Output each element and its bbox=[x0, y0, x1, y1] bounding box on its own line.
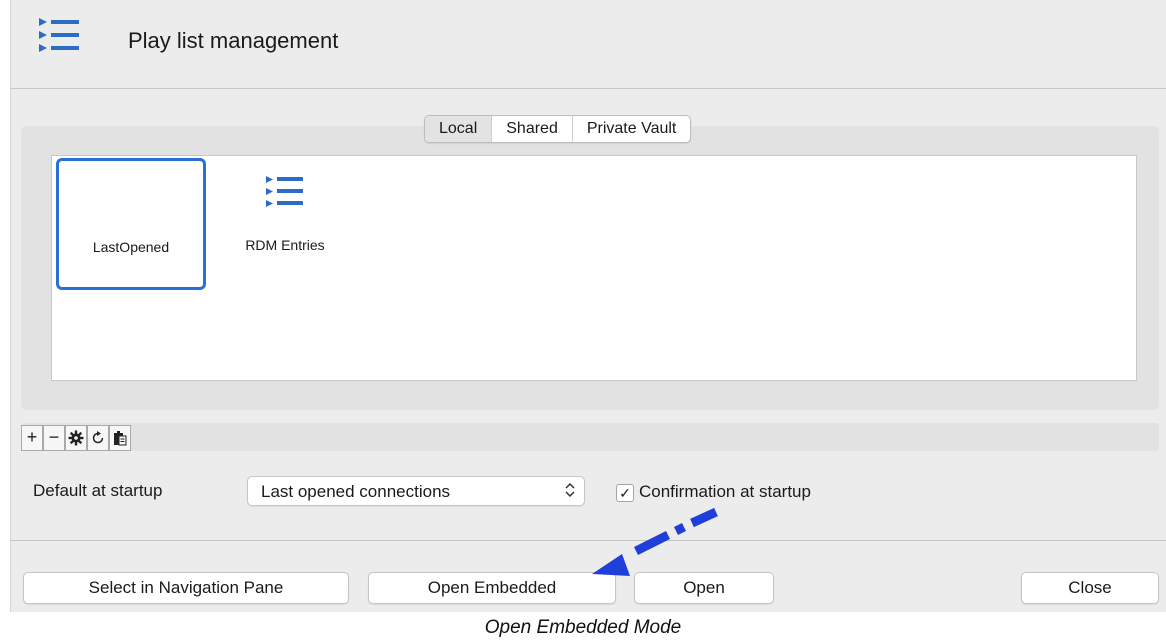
playlist-icon bbox=[266, 176, 303, 207]
playlist-item-label: LastOpened bbox=[92, 239, 170, 255]
gear-icon bbox=[68, 430, 84, 446]
tab-shared[interactable]: Shared bbox=[492, 116, 573, 142]
tab-bar: Local Shared Private Vault bbox=[424, 115, 692, 143]
tab-local[interactable]: Local bbox=[425, 116, 493, 142]
select-in-navigation-pane-button[interactable]: Select in Navigation Pane bbox=[23, 572, 349, 604]
playlist-icon bbox=[39, 18, 79, 52]
default-startup-label: Default at startup bbox=[33, 481, 163, 500]
remove-button[interactable]: − bbox=[43, 425, 65, 451]
playlist-item-lastopened[interactable]: LastOpened bbox=[56, 158, 206, 290]
paste-button[interactable] bbox=[109, 425, 131, 451]
playlist-list: LastOpened RDM Entries bbox=[51, 155, 1137, 381]
playlist-toolbar: + − bbox=[21, 423, 1159, 451]
settings-button[interactable] bbox=[65, 425, 87, 451]
annotation-arrow-icon bbox=[592, 507, 718, 576]
select-value: Last opened connections bbox=[261, 482, 451, 501]
chevron-updown-icon bbox=[564, 480, 576, 505]
add-button[interactable]: + bbox=[21, 425, 43, 451]
page-title: Play list management bbox=[128, 28, 339, 53]
tab-private-vault[interactable]: Private Vault bbox=[573, 116, 691, 142]
playlist-item-rdm-entries[interactable]: RDM Entries bbox=[212, 159, 358, 287]
refresh-icon bbox=[92, 431, 104, 444]
clipboard-icon bbox=[114, 431, 127, 446]
playlist-item-label: RDM Entries bbox=[245, 237, 325, 253]
close-button[interactable]: Close bbox=[1021, 572, 1159, 604]
window-header: Play list management bbox=[11, 0, 1166, 89]
refresh-button[interactable] bbox=[87, 425, 109, 451]
open-embedded-button[interactable]: Open Embedded bbox=[368, 572, 616, 604]
figure-caption: Open Embedded Mode bbox=[484, 617, 682, 638]
default-startup-select[interactable]: Last opened connections bbox=[247, 476, 585, 506]
